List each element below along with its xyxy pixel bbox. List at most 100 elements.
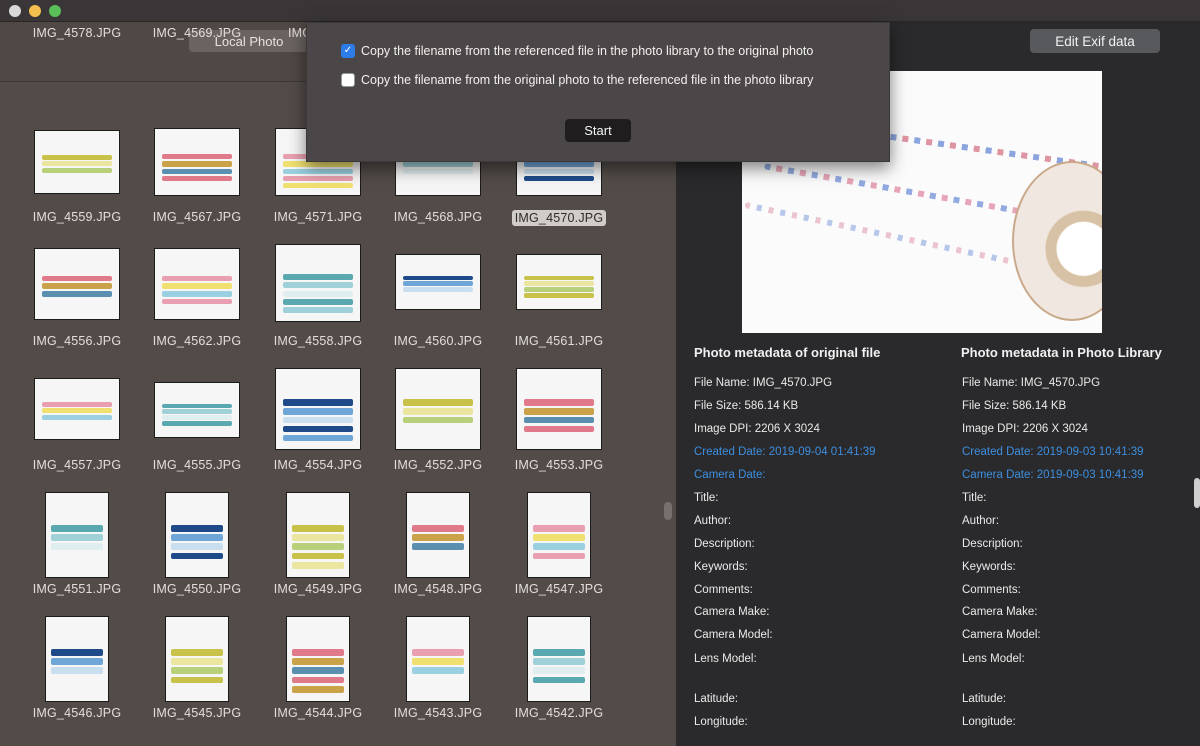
photo-thumbnail[interactable] [275, 244, 361, 322]
photo-thumbnail[interactable] [34, 130, 120, 194]
thumbnail-stripe [291, 648, 345, 656]
photo-cell[interactable]: IMG_4552.JPG [378, 368, 498, 492]
photo-cell[interactable]: IMG_4545.JPG [137, 616, 257, 740]
window-titlebar [0, 0, 1200, 22]
photo-cell[interactable]: IMG_4562.JPG [137, 244, 257, 368]
minimize-window-button[interactable] [29, 5, 41, 17]
photo-filename: IMG_4547.JPG [514, 582, 604, 596]
thumbnail-stripe [532, 534, 586, 541]
photo-cell[interactable]: IMG_4547.JPG [499, 492, 619, 616]
thumbnail-stripe [523, 175, 595, 182]
thumbnail-stripe [282, 434, 354, 441]
option-library-to-original-label: Copy the filename from the referenced fi… [361, 44, 814, 58]
right-scrollbar[interactable] [1194, 478, 1200, 508]
thumbnail-stripe [41, 168, 113, 174]
maximize-window-button[interactable] [49, 5, 61, 17]
photo-cell[interactable]: IMG_4557.JPG [17, 368, 137, 492]
photo-thumbnail[interactable] [165, 492, 229, 578]
photo-cell[interactable]: IMG_4546.JPG [17, 616, 137, 740]
thumbnail-stripe [523, 281, 595, 286]
thumbnail-stripe [170, 543, 224, 551]
meta-lens-model: Lens Model: [694, 653, 757, 665]
photo-thumbnail[interactable] [516, 368, 602, 450]
photo-cell[interactable]: IMG_4553.JPG [499, 368, 619, 492]
photo-cell[interactable]: IMG_4561.JPG [499, 244, 619, 368]
thumbnail-stripe [282, 161, 354, 167]
meta-longitude: Longitude: [694, 716, 748, 728]
thumbnail-stripe [291, 658, 345, 665]
thumbnail-stripe [161, 154, 233, 160]
photo-thumbnail[interactable] [406, 616, 470, 702]
photo-cell[interactable]: IMG_4550.JPG [137, 492, 257, 616]
photo-thumbnail[interactable] [154, 382, 240, 438]
photo-thumbnail[interactable] [165, 616, 229, 702]
photo-thumbnail[interactable] [516, 254, 602, 310]
photo-thumbnail[interactable] [275, 368, 361, 450]
thumbnail-stripe [161, 168, 233, 174]
photo-cell[interactable]: IMG_4543.JPG [378, 616, 498, 740]
rename-dialog: ✓ Copy the filename from the referenced … [306, 22, 890, 162]
original-metadata-title: Photo metadata of original file [694, 345, 881, 360]
thumbnail-stripe [170, 524, 224, 532]
thumbnail-stripe [291, 552, 345, 560]
thumbnail-stripe [161, 161, 233, 167]
photo-thumbnail[interactable] [45, 492, 109, 578]
edit-exif-button[interactable]: Edit Exif data [1030, 29, 1160, 53]
meta-keywords: Keywords: [694, 561, 748, 573]
start-button[interactable]: Start [565, 119, 631, 142]
meta-file-name: File Name: IMG_4570.JPG [694, 377, 833, 389]
photo-thumbnail[interactable] [154, 128, 240, 196]
thumbnail-stripe [532, 667, 586, 675]
option-original-to-library-label: Copy the filename from the original phot… [361, 73, 814, 87]
pane-splitter-handle[interactable] [664, 502, 672, 520]
photo-cell[interactable]: IMG_4558.JPG [258, 244, 378, 368]
thumbnail-stripe [170, 676, 224, 684]
option-library-to-original[interactable]: ✓ Copy the filename from the referenced … [341, 44, 813, 58]
photo-cell[interactable]: IMG_4555.JPG [137, 368, 257, 492]
photo-filename: IMG_4553.JPG [514, 458, 604, 472]
photo-thumbnail[interactable] [527, 616, 591, 702]
thumbnail-stripe [170, 534, 224, 541]
checkbox-original-to-library[interactable] [341, 73, 355, 87]
photo-thumbnail[interactable] [34, 378, 120, 440]
photo-thumbnail[interactable] [527, 492, 591, 578]
thumbnail-stripe [50, 658, 104, 665]
meta-author: Author: [962, 515, 1000, 527]
thumbnail-stripe [41, 415, 113, 420]
photo-thumbnail[interactable] [286, 492, 350, 578]
photo-cell[interactable]: IMG_4548.JPG [378, 492, 498, 616]
meta-file-name: File Name: IMG_4570.JPG [962, 377, 1101, 389]
thumbnail-stripe [161, 175, 233, 182]
photo-cell[interactable]: IMG_4567.JPG [137, 120, 257, 244]
photo-thumbnail[interactable] [395, 254, 481, 310]
thumbnail-stripe [291, 561, 345, 569]
photo-thumbnail[interactable] [45, 616, 109, 702]
photo-cell[interactable]: IMG_4544.JPG [258, 616, 378, 740]
photo-cell[interactable]: IMG_4542.JPG [499, 616, 619, 740]
photo-thumbnail[interactable] [395, 368, 481, 450]
thumbnail-stripe [523, 417, 595, 424]
thumbnail-stripe [50, 648, 104, 656]
photo-cell[interactable]: IMG_4556.JPG [17, 244, 137, 368]
photo-filename: IMG_4545.JPG [152, 706, 242, 720]
photo-cell[interactable]: IMG_4554.JPG [258, 368, 378, 492]
thumbnail-stripe [282, 307, 354, 314]
thumbnail-stripe [523, 399, 595, 406]
thumbnail-stripe [50, 543, 104, 551]
photo-cell[interactable]: IMG_4560.JPG [378, 244, 498, 368]
photo-thumbnail[interactable] [406, 492, 470, 578]
thumbnail-stripe [402, 287, 474, 292]
meta-camera-date: Camera Date: 2019-09-03 10:41:39 [962, 469, 1144, 481]
photo-cell[interactable]: IMG_4559.JPG [17, 120, 137, 244]
thumbnail-stripe [41, 275, 113, 282]
checkbox-library-to-original[interactable]: ✓ [341, 44, 355, 58]
photo-thumbnail[interactable] [286, 616, 350, 702]
option-original-to-library[interactable]: Copy the filename from the original phot… [341, 73, 813, 87]
photo-thumbnail[interactable] [154, 248, 240, 320]
photo-cell[interactable]: IMG_4551.JPG [17, 492, 137, 616]
thumbnail-stripe [50, 524, 104, 532]
thumbnail-stripe [41, 291, 113, 297]
close-window-button[interactable] [9, 5, 21, 17]
photo-thumbnail[interactable] [34, 248, 120, 320]
photo-cell[interactable]: IMG_4549.JPG [258, 492, 378, 616]
